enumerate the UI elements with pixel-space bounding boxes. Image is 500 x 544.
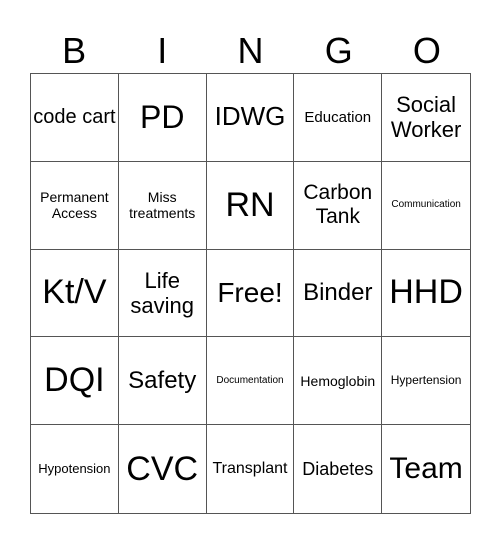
bingo-cell[interactable]: Hemoglobin <box>294 337 383 426</box>
bingo-cell[interactable]: Binder <box>294 249 383 338</box>
bingo-cell[interactable]: Life saving <box>118 249 207 338</box>
bingo-cell[interactable]: Diabetes <box>294 425 383 513</box>
bingo-cell[interactable]: RN <box>206 161 295 250</box>
bingo-cell[interactable]: Safety <box>118 337 207 426</box>
bingo-cell[interactable]: DQI <box>31 337 119 426</box>
header-letter-n: N <box>237 30 264 71</box>
bingo-cell[interactable]: Education <box>294 74 383 162</box>
bingo-header: B I N G O <box>30 28 471 73</box>
bingo-grid: code cart PD IDWG Education Social Worker Per… <box>30 73 471 514</box>
header-letter-i: I <box>157 30 168 71</box>
header-letter-b: B <box>62 30 87 71</box>
bingo-cell[interactable]: Communication <box>382 162 470 250</box>
bingo-cell[interactable]: Hypotension <box>31 425 119 513</box>
bingo-cell[interactable]: Permanent Access <box>31 161 119 250</box>
bingo-cell[interactable]: PD <box>118 74 207 162</box>
bingo-cell[interactable]: Documentation <box>206 337 295 426</box>
bingo-cell[interactable]: Carbon Tank <box>294 161 383 250</box>
bingo-cell[interactable]: HHD <box>382 250 470 338</box>
bingo-cell[interactable]: Hypertension <box>382 337 470 426</box>
bingo-cell[interactable]: IDWG <box>206 74 295 162</box>
bingo-cell[interactable]: Team <box>382 425 470 513</box>
bingo-cell[interactable]: code cart <box>31 74 119 162</box>
header-letter-o: O <box>412 30 441 71</box>
bingo-cell[interactable]: Kt/V <box>31 249 119 338</box>
header-letter-g: G <box>324 30 353 71</box>
bingo-cell[interactable]: Miss treatments <box>118 161 207 250</box>
bingo-cell[interactable]: CVC <box>119 425 207 513</box>
bingo-cell[interactable]: Social Worker <box>382 74 470 162</box>
bingo-cell-free[interactable]: Free! <box>206 249 295 338</box>
bingo-cell[interactable]: Transplant <box>207 425 295 513</box>
